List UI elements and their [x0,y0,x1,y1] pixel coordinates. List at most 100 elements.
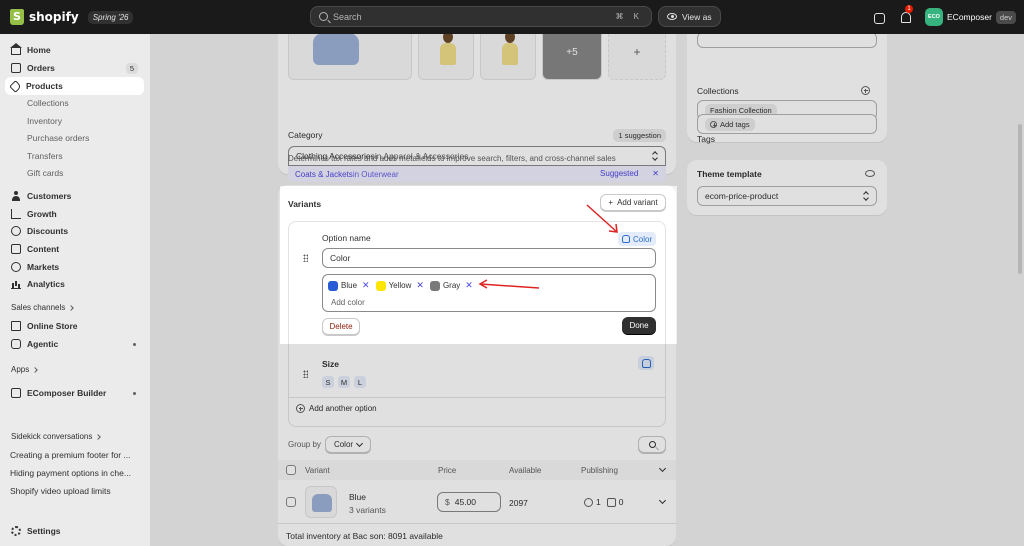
theme-template-select[interactable]: ecom-price-product [697,186,877,206]
chevron-right-icon [68,304,75,311]
add-media-button[interactable]: + [608,34,666,80]
sidebar-item-markets[interactable]: Markets [5,258,144,276]
sidebar-item-agentic[interactable]: Agentic [5,335,144,353]
search-bar[interactable]: Search ⌘ K [310,6,652,27]
sidebar-subitem-inventory[interactable]: Inventory [27,114,62,128]
variants-card: Variants + Add variant Option name Color… [278,185,676,546]
tags-field[interactable]: Add tags [697,114,877,134]
user-menu[interactable]: ECO EComposer dev [925,8,1016,26]
page-scrollbar[interactable] [1018,124,1022,274]
type-field[interactable] [697,34,877,48]
theme-template-card: Theme template ecom-price-product [687,160,887,215]
sidebar-subitem-gift-cards[interactable]: Gift cards [27,166,63,180]
sidekick-heading[interactable]: Sidekick conversations [11,432,102,441]
apps-heading[interactable]: Apps [11,365,39,374]
model-image [501,34,519,79]
metafield-icon[interactable] [638,356,654,370]
add-tags-button[interactable]: Add tags [705,117,755,131]
media-thumb-more[interactable]: +5 [542,34,602,80]
search-shortcut: ⌘ K [615,12,643,21]
sidebar-item-products[interactable]: Products [5,77,144,95]
sidebar-subitem-collections[interactable]: Collections [27,96,69,110]
remove-value-icon[interactable]: ✕ [416,280,424,291]
remove-value-icon[interactable]: ✕ [465,280,473,291]
section-label-text: Sidekick conversations [11,432,93,441]
add-another-option-button[interactable]: Add another option [296,404,377,413]
view-as-button[interactable]: View as [658,6,721,27]
size-option-label: Size [322,359,340,369]
sidebar-item-analytics[interactable]: Analytics [5,275,144,293]
size-value-chip: M [338,376,350,388]
model-image [439,34,457,79]
dismiss-suggestion-icon[interactable]: ✕ [652,169,659,178]
store-icon[interactable] [874,12,886,24]
sidebar-item-growth[interactable]: Growth [5,205,144,223]
sidebar-item-label: Analytics [27,279,65,289]
sidebar-item-label: Products [26,81,63,91]
main-content: +5 + Category 1 suggestion Clothing Acce… [150,34,1024,546]
row-checkbox[interactable] [286,497,296,507]
value-chip-label: Blue [341,281,358,290]
suggested-label: Suggested [600,169,639,178]
sidekick-conversation-item[interactable]: Creating a premium footer for ... [10,450,140,460]
select-all-checkbox[interactable] [286,465,296,475]
size-value-chip: S [322,376,334,388]
tag-icon [9,79,22,93]
done-button[interactable]: Done [622,317,656,334]
publishing-counts: 1 0 [584,497,623,507]
notifications-button[interactable]: 1 [899,5,914,24]
sidebar-item-content[interactable]: Content [5,240,144,258]
media-thumb[interactable] [480,34,536,80]
metafield-color-tag[interactable]: Color [618,232,657,246]
category-suggestion-row[interactable]: Coats & Jackets in Outerwear Suggested ✕ [288,166,666,182]
add-collection-icon[interactable] [861,86,870,95]
delete-label: Delete [329,322,353,331]
option-name-value: Color [330,253,351,263]
sidebar-subitem-transfers[interactable]: Transfers [27,149,63,163]
value-chip-blue: Blue ✕ [328,280,370,291]
sidebar-item-label: Customers [27,191,72,201]
option-values-field[interactable]: Blue ✕ Yellow ✕ Gray ✕ Add color [322,274,656,312]
table-row[interactable]: Blue 3 variants $ 45.00 2097 1 0 [278,480,676,524]
location-icon [584,497,593,507]
option-name-input[interactable]: Color [322,248,656,268]
shopify-logo[interactable]: shopify Spring '26 [10,9,134,25]
eye-icon[interactable] [865,170,875,177]
price-value: 45.00 [454,497,477,507]
remove-value-icon[interactable]: ✕ [362,280,370,291]
suggestion-badge: 1 suggestion [613,129,666,142]
sidebar-item-settings[interactable]: Settings [5,522,144,540]
sidebar-item-home[interactable]: Home [5,41,144,59]
add-variant-button[interactable]: + Add variant [600,194,666,211]
sidebar-item-orders[interactable]: Orders 5 [5,59,144,77]
more-dot-icon [133,391,136,395]
currency-symbol: $ [445,497,450,507]
category-label: Category [288,130,323,140]
plus-circle-icon [296,404,305,413]
sidekick-conversation-item[interactable]: Shopify video upload limits [10,486,140,496]
chevron-down-icon[interactable] [658,464,667,473]
sidebar-subitem-purchase-orders[interactable]: Purchase orders [27,131,89,145]
sidebar-item-customers[interactable]: Customers [5,187,144,205]
price-input[interactable]: $ 45.00 [437,492,501,512]
media-thumb-main[interactable] [288,34,412,80]
variants-title: Variants [288,199,322,209]
sales-channels-heading[interactable]: Sales channels [11,303,75,312]
sidekick-conversation-item[interactable]: Hiding payment options in che... [10,468,140,478]
expand-row-chevron-icon[interactable] [658,496,667,505]
media-thumb[interactable] [418,34,474,80]
sidebar-item-online-store[interactable]: Online Store [5,317,144,335]
drag-handle-icon[interactable] [303,254,308,262]
chevron-right-icon [32,366,39,373]
add-value-placeholder[interactable]: Add color [331,298,365,307]
chevron-down-icon [356,439,364,447]
delete-option-button[interactable]: Delete [322,318,360,335]
suggested-category-parent: in Outerwear [352,169,399,179]
option-editor: Option name Color Color Blue ✕ Yellow ✕ … [288,221,666,427]
suggestion-actions: Suggested ✕ [600,169,659,178]
search-filter-button[interactable] [638,436,666,453]
drag-handle-icon[interactable] [303,370,308,378]
group-by-select[interactable]: Color [325,436,371,453]
sidebar-item-ecomposer-builder[interactable]: EComposer Builder [5,384,144,402]
sidebar-item-discounts[interactable]: Discounts [5,222,144,240]
